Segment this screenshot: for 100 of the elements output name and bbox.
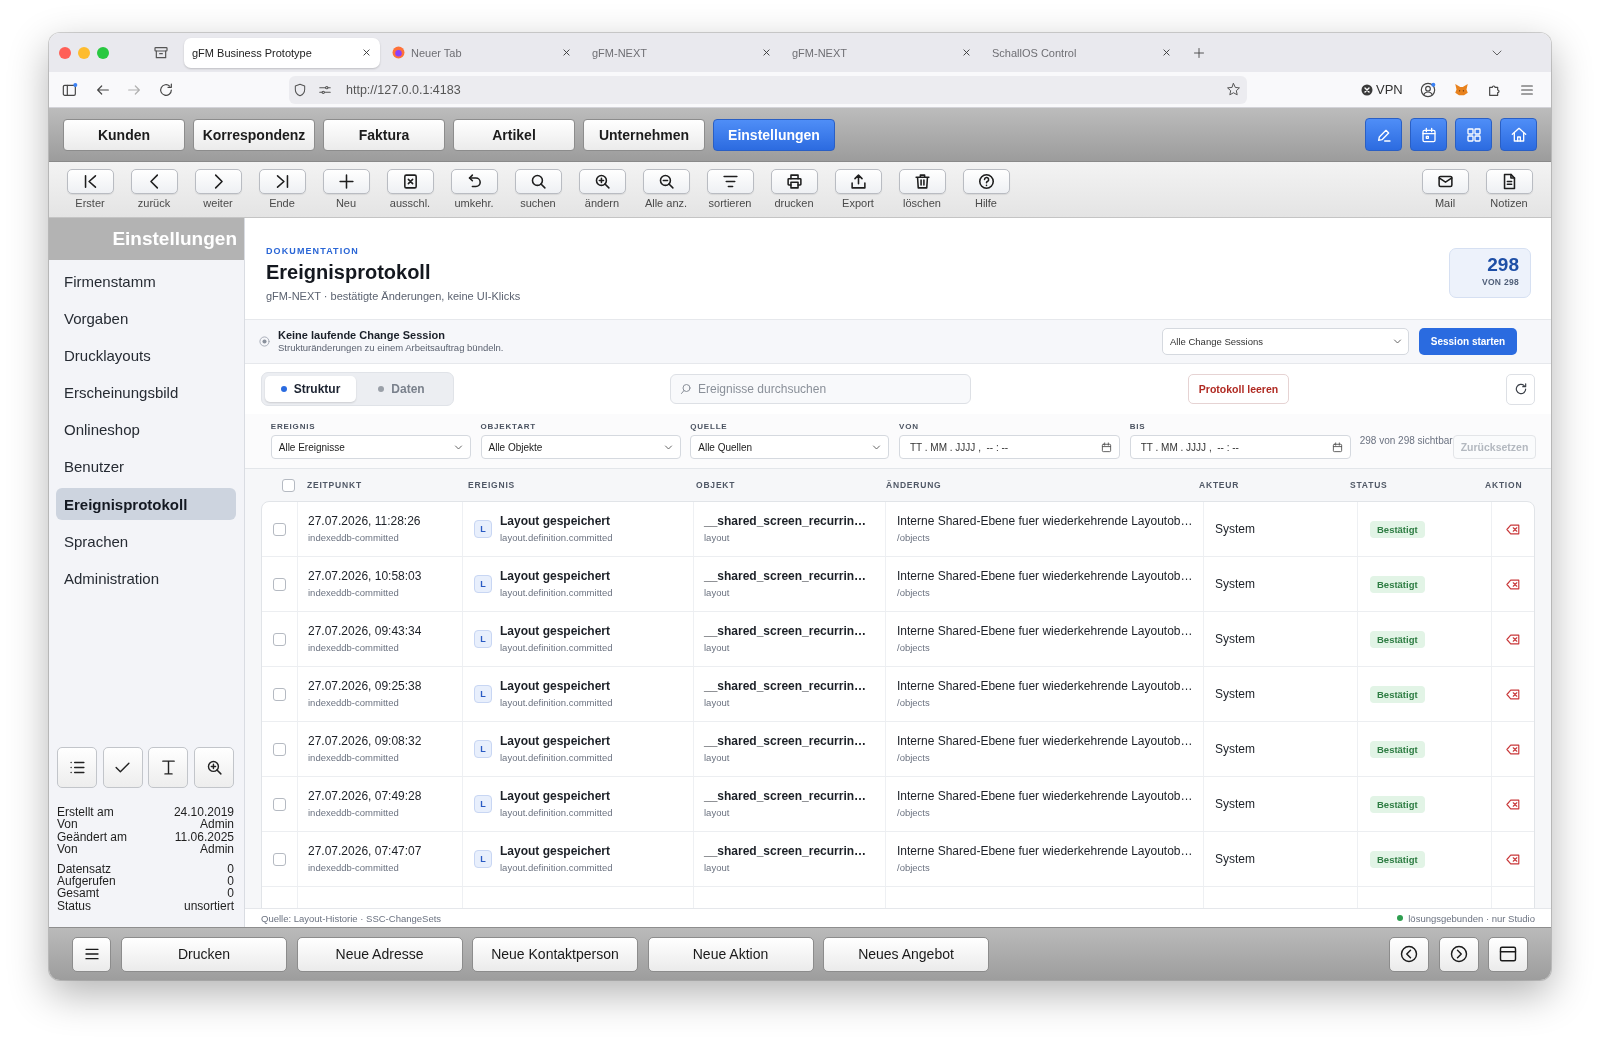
- sidebar-item[interactable]: Drucklayouts: [56, 339, 236, 372]
- count-total: VON 298: [1481, 276, 1519, 288]
- row-checkbox[interactable]: [273, 632, 286, 646]
- toolbar-button[interactable]: [770, 169, 818, 194]
- delete-icon[interactable]: [1506, 853, 1520, 865]
- calendar-icon: [1420, 126, 1437, 143]
- quick-action-button[interactable]: [1455, 118, 1492, 151]
- delete-icon[interactable]: [1506, 798, 1520, 810]
- toolbar-button[interactable]: [66, 169, 114, 194]
- quick-action-button[interactable]: [1365, 118, 1402, 151]
- browser-tab[interactable]: SchallOS Control: [984, 37, 1180, 68]
- browser-tab[interactable]: Neuer Tab: [384, 37, 580, 68]
- menu-button[interactable]: [72, 936, 111, 972]
- browser-tab[interactable]: gFM-NEXT: [784, 37, 980, 68]
- toolbar-button[interactable]: [450, 169, 498, 194]
- browser-tab[interactable]: gFM Business Prototype: [184, 37, 380, 68]
- star-icon[interactable]: [1226, 82, 1241, 97]
- toolbar-button[interactable]: [194, 169, 242, 194]
- refresh-button[interactable]: [1506, 373, 1535, 405]
- close-icon[interactable]: [562, 48, 571, 57]
- toolbar-button[interactable]: [834, 169, 882, 194]
- close-icon[interactable]: [362, 48, 371, 57]
- sidebar-item[interactable]: Firmenstamm: [56, 265, 236, 297]
- sidebar-tool-button[interactable]: [194, 746, 235, 788]
- toolbar-button[interactable]: [1421, 169, 1469, 194]
- sidebar-item[interactable]: Administration: [56, 562, 236, 595]
- delete-icon[interactable]: [1506, 633, 1520, 645]
- action-button[interactable]: Neue Adresse: [296, 936, 463, 972]
- delete-icon[interactable]: [1506, 688, 1520, 700]
- action-button[interactable]: Drucken: [121, 936, 287, 972]
- meta-value: 11.06.2025: [174, 830, 234, 843]
- date-field[interactable]: TT . MM . JJJJ , -- : --: [899, 435, 1120, 459]
- actor-name: System: [1215, 521, 1255, 537]
- toolbar-button[interactable]: [706, 169, 754, 194]
- nav-button[interactable]: [1438, 936, 1479, 972]
- module-tab[interactable]: Artikel: [453, 118, 575, 151]
- sidebar-item[interactable]: Vorgaben: [56, 302, 236, 335]
- toolbar-button[interactable]: [130, 169, 178, 194]
- reload-icon[interactable]: [158, 81, 174, 98]
- row-checkbox[interactable]: [273, 852, 286, 866]
- sidebar-item[interactable]: Ereignisprotokoll: [56, 488, 236, 521]
- nav-button[interactable]: [1389, 936, 1429, 972]
- toolbar-button[interactable]: [258, 169, 306, 194]
- module-tab[interactable]: Einstellungen: [713, 118, 835, 151]
- date-field[interactable]: TT . MM . JJJJ , -- : --: [1129, 435, 1351, 459]
- toolbar-button[interactable]: [514, 169, 562, 194]
- sidebar-icon[interactable]: [62, 81, 78, 98]
- module-tab[interactable]: Kunden: [63, 118, 185, 151]
- vpn-button[interactable]: VPN: [1361, 82, 1403, 97]
- row-checkbox[interactable]: [273, 522, 286, 536]
- nav-button[interactable]: [1488, 936, 1528, 972]
- toolbar-label: Neu: [335, 197, 357, 210]
- module-tab[interactable]: Korrespondenz: [193, 118, 315, 151]
- event-key: layout.definition.committed: [500, 532, 613, 544]
- row-checkbox[interactable]: [273, 797, 286, 811]
- row-checkbox[interactable]: [273, 687, 286, 701]
- toolbar-button[interactable]: [386, 169, 434, 194]
- row-checkbox[interactable]: [273, 742, 286, 756]
- delete-icon[interactable]: [1506, 523, 1520, 535]
- quick-action-button[interactable]: [1410, 118, 1447, 151]
- toolbar-button[interactable]: [898, 169, 946, 194]
- close-icon[interactable]: [962, 48, 971, 57]
- close-icon[interactable]: [762, 48, 771, 57]
- toolbar-label: Mail: [1434, 197, 1456, 210]
- delete-icon[interactable]: [1506, 578, 1520, 590]
- quick-action-button[interactable]: [1500, 118, 1537, 151]
- toolbar-button[interactable]: [322, 169, 370, 194]
- account-icon[interactable]: [1419, 81, 1436, 98]
- select-all-checkbox[interactable]: [282, 478, 295, 492]
- toolbar-button[interactable]: [962, 169, 1010, 194]
- close-icon[interactable]: [1162, 48, 1171, 57]
- module-tab[interactable]: Unternehmen: [583, 118, 705, 151]
- row-checkbox[interactable]: [273, 577, 286, 591]
- delete-icon[interactable]: [1506, 743, 1520, 755]
- toolbar-button[interactable]: [642, 169, 690, 194]
- toolbar-button[interactable]: [578, 169, 626, 194]
- clear-log-button[interactable]: Protokoll leeren: [1188, 374, 1289, 404]
- panel-icon: [1499, 945, 1517, 963]
- action-button[interactable]: Neues Angebot: [823, 936, 989, 972]
- sidebar-item[interactable]: Benutzer: [56, 450, 236, 483]
- sidebar-item[interactable]: Sprachen: [56, 525, 236, 558]
- search-field[interactable]: Ereignisse durchsuchen: [670, 374, 971, 404]
- actor-name: System: [1215, 796, 1255, 812]
- plus-icon[interactable]: [1193, 46, 1205, 59]
- filter-select[interactable]: Alle Ereignisse: [270, 435, 471, 459]
- toolbar-button[interactable]: [1485, 169, 1533, 194]
- view-tab[interactable]: Struktur: [265, 376, 356, 402]
- action-button[interactable]: Neue Aktion: [647, 936, 814, 972]
- fox-icon[interactable]: [1453, 82, 1469, 97]
- sidebar-item[interactable]: Onlineshop: [56, 413, 236, 446]
- sidebar-item[interactable]: Erscheinungsbild: [56, 376, 236, 409]
- module-tab[interactable]: Faktura: [323, 118, 445, 151]
- address-field[interactable]: http://127.0.0.1:4183: [289, 75, 1247, 104]
- filter-select[interactable]: Alle Quellen: [690, 435, 890, 459]
- tray-icon[interactable]: [153, 44, 169, 61]
- start-session-button[interactable]: Session starten: [1419, 328, 1517, 355]
- session-select[interactable]: Alle Change Sessions: [1162, 328, 1409, 355]
- action-button[interactable]: Neue Kontaktperson: [472, 936, 638, 972]
- filter-select[interactable]: Alle Objekte: [480, 435, 681, 459]
- browser-tab[interactable]: gFM-NEXT: [584, 37, 780, 68]
